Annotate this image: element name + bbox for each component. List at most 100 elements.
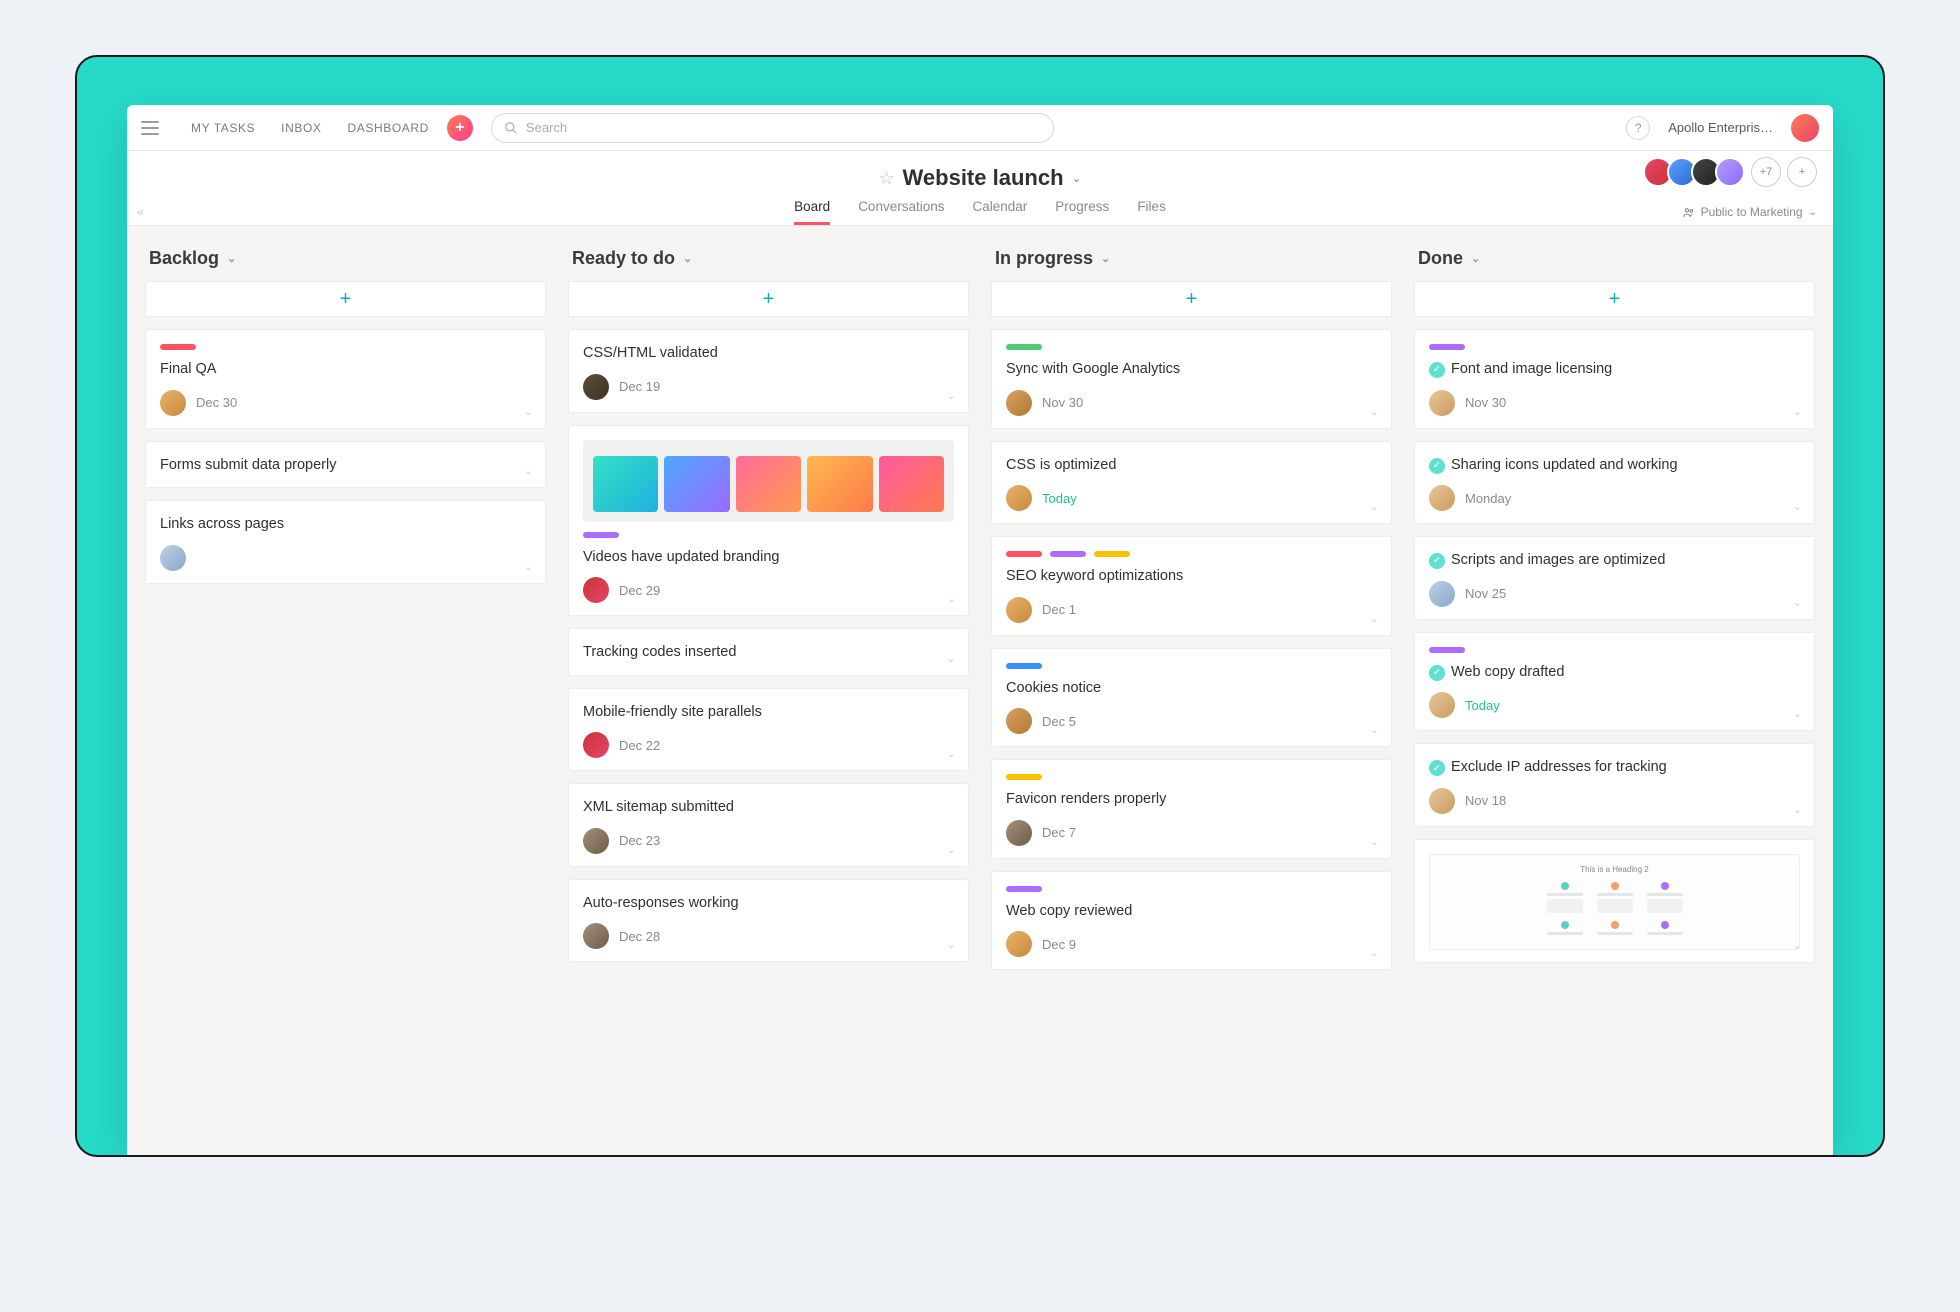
- card-thumbnail: This is a Heading 2: [1429, 854, 1800, 950]
- card-menu-icon[interactable]: ⌄: [947, 747, 956, 760]
- card-menu-icon[interactable]: ⌄: [1370, 500, 1379, 513]
- due-date: Dec 1: [1042, 602, 1076, 617]
- tab-files[interactable]: Files: [1137, 199, 1166, 225]
- column-header[interactable]: Ready to do⌄: [568, 248, 969, 269]
- add-card-button[interactable]: +: [991, 281, 1392, 317]
- assignee-avatar[interactable]: [1429, 390, 1455, 416]
- tab-calendar[interactable]: Calendar: [972, 199, 1027, 225]
- member-avatar[interactable]: [1715, 157, 1745, 187]
- card-menu-icon[interactable]: ⌄: [1370, 723, 1379, 736]
- card-menu-icon[interactable]: ⌄: [1793, 500, 1802, 513]
- task-card[interactable]: Cookies noticeDec 5⌄: [991, 648, 1392, 748]
- assignee-avatar[interactable]: [1429, 788, 1455, 814]
- task-card[interactable]: Favicon renders properlyDec 7⌄: [991, 759, 1392, 859]
- task-card[interactable]: ✓Web copy draftedToday⌄: [1414, 632, 1815, 732]
- card-menu-icon[interactable]: ⌄: [947, 389, 956, 402]
- create-button[interactable]: +: [447, 115, 473, 141]
- card-menu-icon[interactable]: ⌄: [1793, 405, 1802, 418]
- task-card[interactable]: This is a Heading 2⌄: [1414, 839, 1815, 963]
- card-menu-icon[interactable]: ⌄: [1793, 803, 1802, 816]
- chevron-down-icon: ⌄: [1471, 252, 1480, 265]
- card-menu-icon[interactable]: ⌄: [947, 938, 956, 951]
- assignee-avatar[interactable]: [583, 732, 609, 758]
- card-menu-icon[interactable]: ⌄: [947, 652, 956, 665]
- task-card[interactable]: Tracking codes inserted⌄: [568, 628, 969, 676]
- task-card[interactable]: ✓Font and image licensingNov 30⌄: [1414, 329, 1815, 429]
- task-card[interactable]: CSS/HTML validatedDec 19⌄: [568, 329, 969, 413]
- assignee-avatar[interactable]: [1006, 485, 1032, 511]
- assignee-avatar[interactable]: [583, 577, 609, 603]
- task-card[interactable]: SEO keyword optimizationsDec 1⌄: [991, 536, 1392, 636]
- assignee-avatar[interactable]: [1006, 820, 1032, 846]
- expand-sidebar-icon[interactable]: «: [137, 205, 144, 219]
- user-avatar[interactable]: [1791, 114, 1819, 142]
- task-card[interactable]: Links across pages⌄: [145, 500, 546, 584]
- nav-my-tasks[interactable]: MY TASKS: [191, 121, 255, 135]
- card-menu-icon[interactable]: ⌄: [1793, 939, 1802, 952]
- card-menu-icon[interactable]: ⌄: [524, 464, 533, 477]
- task-card[interactable]: Videos have updated brandingDec 29⌄: [568, 425, 969, 617]
- task-card[interactable]: ✓Sharing icons updated and workingMonday…: [1414, 441, 1815, 525]
- org-name[interactable]: Apollo Enterpris…: [1668, 120, 1773, 135]
- star-icon[interactable]: ☆: [878, 168, 894, 189]
- add-card-button[interactable]: +: [145, 281, 546, 317]
- task-card[interactable]: CSS is optimizedToday⌄: [991, 441, 1392, 525]
- column-header[interactable]: In progress⌄: [991, 248, 1392, 269]
- assignee-avatar[interactable]: [1429, 485, 1455, 511]
- task-card[interactable]: XML sitemap submittedDec 23⌄: [568, 783, 969, 867]
- column-header[interactable]: Done⌄: [1414, 248, 1815, 269]
- card-menu-icon[interactable]: ⌄: [1370, 835, 1379, 848]
- board-column: Backlog⌄ + Final QADec 30⌄ Forms submit dat…: [145, 248, 546, 1133]
- card-menu-icon[interactable]: ⌄: [524, 560, 533, 573]
- card-menu-icon[interactable]: ⌄: [947, 592, 956, 605]
- assignee-avatar[interactable]: [1429, 581, 1455, 607]
- card-footer: Dec 9: [1006, 931, 1377, 957]
- card-menu-icon[interactable]: ⌄: [1370, 946, 1379, 959]
- nav-dashboard[interactable]: DASHBOARD: [348, 121, 429, 135]
- task-card[interactable]: Mobile-friendly site parallelsDec 22⌄: [568, 688, 969, 772]
- task-card[interactable]: Final QADec 30⌄: [145, 329, 546, 429]
- primary-nav: MY TASKS INBOX DASHBOARD: [191, 121, 429, 135]
- assignee-avatar[interactable]: [1006, 597, 1032, 623]
- tab-progress[interactable]: Progress: [1055, 199, 1109, 225]
- help-button[interactable]: ?: [1626, 116, 1650, 140]
- members-overflow[interactable]: +7: [1751, 157, 1781, 187]
- nav-inbox[interactable]: INBOX: [281, 121, 321, 135]
- assignee-avatar[interactable]: [160, 390, 186, 416]
- task-card[interactable]: Web copy reviewedDec 9⌄: [991, 871, 1392, 971]
- assignee-avatar[interactable]: [583, 828, 609, 854]
- card-menu-icon[interactable]: ⌄: [1793, 707, 1802, 720]
- task-card[interactable]: Forms submit data properly⌄: [145, 441, 546, 489]
- assignee-avatar[interactable]: [1006, 931, 1032, 957]
- assignee-avatar[interactable]: [1006, 708, 1032, 734]
- tag: [160, 344, 196, 350]
- card-menu-icon[interactable]: ⌄: [1793, 596, 1802, 609]
- card-menu-icon[interactable]: ⌄: [947, 843, 956, 856]
- card-menu-icon[interactable]: ⌄: [1370, 405, 1379, 418]
- task-card[interactable]: ✓Exclude IP addresses for trackingNov 18…: [1414, 743, 1815, 827]
- assignee-avatar[interactable]: [583, 923, 609, 949]
- column-header[interactable]: Backlog⌄: [145, 248, 546, 269]
- add-card-button[interactable]: +: [568, 281, 969, 317]
- task-card[interactable]: ✓Scripts and images are optimizedNov 25⌄: [1414, 536, 1815, 620]
- assignee-avatar[interactable]: [160, 545, 186, 571]
- project-header: « ☆ Website launch ⌄ Board Conversations…: [127, 151, 1833, 226]
- column-title: In progress: [995, 248, 1093, 269]
- card-title: ✓Sharing icons updated and working: [1429, 456, 1800, 476]
- tab-board[interactable]: Board: [794, 199, 830, 225]
- task-card[interactable]: Auto-responses workingDec 28⌄: [568, 879, 969, 963]
- assignee-avatar[interactable]: [1429, 692, 1455, 718]
- assignee-avatar[interactable]: [1006, 390, 1032, 416]
- task-card[interactable]: Sync with Google AnalyticsNov 30⌄: [991, 329, 1392, 429]
- add-card-button[interactable]: +: [1414, 281, 1815, 317]
- card-menu-icon[interactable]: ⌄: [524, 405, 533, 418]
- card-menu-icon[interactable]: ⌄: [1370, 612, 1379, 625]
- menu-icon[interactable]: [141, 121, 159, 135]
- project-menu-chevron[interactable]: ⌄: [1072, 171, 1082, 185]
- tab-conversations[interactable]: Conversations: [858, 199, 944, 225]
- add-member-button[interactable]: +: [1787, 157, 1817, 187]
- card-footer: Dec 1: [1006, 597, 1377, 623]
- search-input[interactable]: Search: [491, 113, 1054, 143]
- project-visibility[interactable]: Public to Marketing ⌄: [1682, 205, 1817, 219]
- assignee-avatar[interactable]: [583, 374, 609, 400]
